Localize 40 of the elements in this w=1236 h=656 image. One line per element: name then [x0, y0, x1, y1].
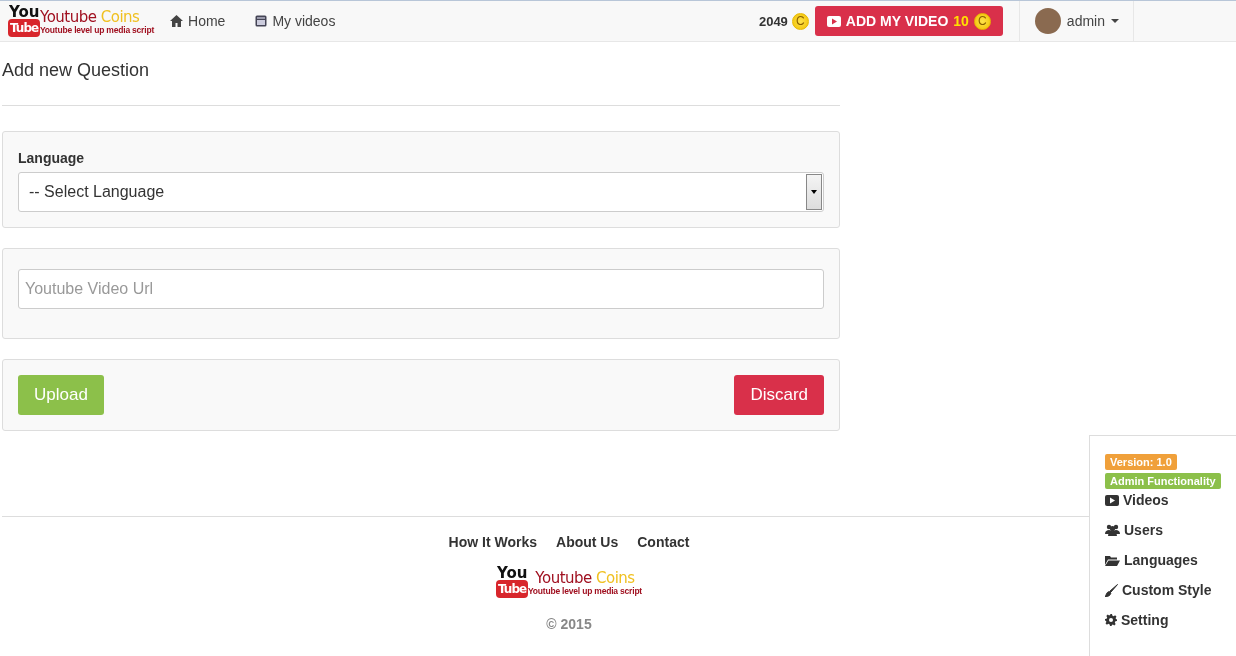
badge: Admin Functionality: [1105, 473, 1221, 489]
users-icon: [1105, 524, 1120, 536]
footer-link[interactable]: Contact: [637, 534, 690, 550]
language-select[interactable]: -- Select Language: [18, 172, 824, 212]
logo-text: Tube: [496, 580, 529, 598]
add-video-button[interactable]: ADD MY VIDEO 10 C: [814, 6, 1003, 36]
nav-link[interactable]: Home: [170, 13, 226, 29]
coin-balance: 2049: [758, 13, 788, 29]
page-title: Add new Question: [2, 60, 151, 80]
admin-menu-item[interactable]: Custom Style: [1105, 575, 1212, 605]
folder-icon: [1105, 554, 1120, 566]
url-input[interactable]: Youtube Video Url: [18, 269, 824, 309]
copyright: © 2015: [546, 616, 592, 632]
home-icon: [170, 15, 183, 27]
field-label: Language: [18, 150, 86, 166]
admin-menu-item[interactable]: Languages: [1105, 545, 1212, 575]
badge: Version: 1.0: [1105, 454, 1177, 470]
logo-tagline: Youtube level up media script: [528, 586, 642, 596]
avatar: [1034, 8, 1061, 34]
play-icon: [1105, 494, 1119, 506]
logo-title: Youtube Coins: [40, 9, 141, 25]
caret-icon: [1111, 19, 1119, 23]
footer-link[interactable]: How It Works: [448, 534, 538, 550]
logo-tagline: Youtube level up media script: [40, 25, 154, 35]
user-menu[interactable]: admin: [1018, 1, 1134, 41]
footer-link[interactable]: About Us: [556, 534, 619, 550]
play-icon: [826, 15, 841, 27]
settings-icon: [1105, 614, 1117, 626]
admin-menu-item[interactable]: Users: [1105, 515, 1212, 545]
discard-button[interactable]: Discard: [734, 375, 824, 415]
coin-icon: C: [791, 12, 809, 30]
video-icon: [255, 15, 268, 27]
nav-link[interactable]: My videos: [255, 13, 336, 29]
coin-icon: C: [973, 12, 991, 30]
logo-text: Tube: [8, 19, 41, 37]
brush-icon: [1105, 583, 1118, 597]
logo-text: You: [8, 5, 40, 19]
admin-menu-item[interactable]: Setting: [1105, 605, 1212, 635]
logo-title: Youtube Coins: [534, 570, 636, 586]
logo-text: You: [496, 566, 528, 580]
